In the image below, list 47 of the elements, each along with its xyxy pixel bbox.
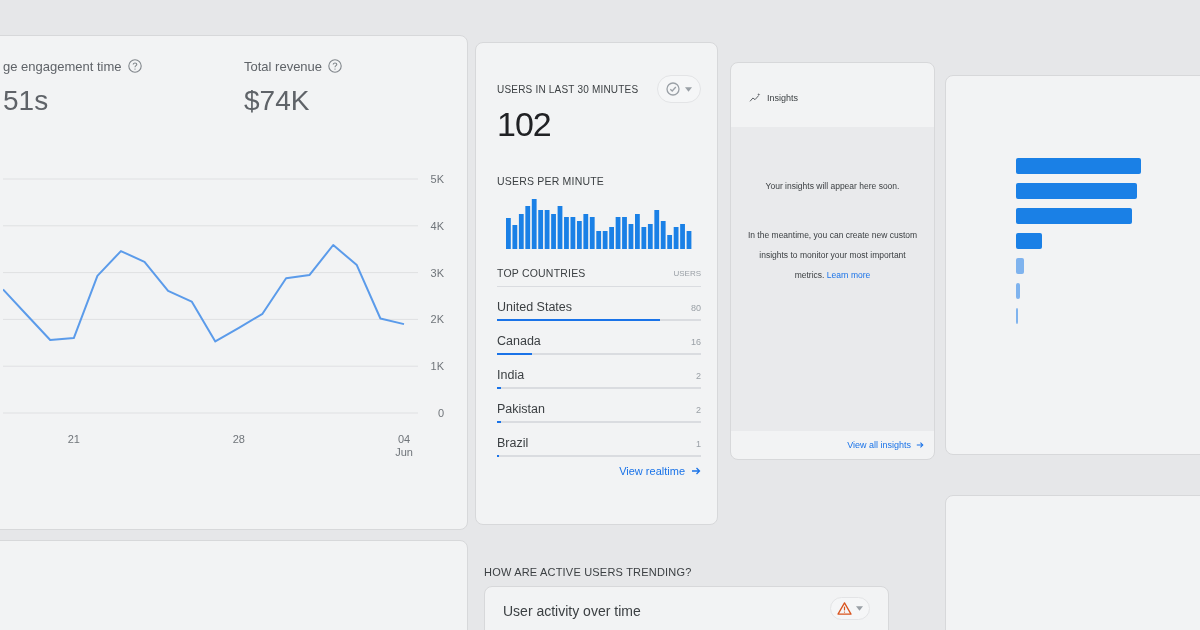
help-icon[interactable] [328, 59, 343, 73]
users-per-minute-label: USERS PER MINUTE [497, 175, 605, 187]
arrow-right-icon [916, 441, 924, 449]
x-axis-label: 04 Jun [394, 433, 414, 459]
help-icon[interactable] [127, 59, 142, 73]
caret-icon [685, 86, 692, 92]
y-axis-label: 2K [430, 313, 444, 326]
view-realtime-link[interactable]: View realtime [619, 465, 701, 477]
insights-message: Your insights will appear here soon. [764, 181, 901, 191]
check-circle-icon [666, 82, 680, 96]
y-axis-label: 4K [430, 219, 444, 232]
learn-more-link[interactable]: Learn more [826, 270, 871, 280]
caret-icon [856, 606, 863, 611]
warning-icon [837, 602, 852, 615]
realtime-title: USERS IN LAST 30 MINUTES [497, 83, 639, 95]
arrow-right-icon [691, 466, 701, 476]
y-axis-label: 0 [437, 407, 444, 419]
y-axis-label: 5K [430, 173, 444, 185]
warning-dropdown-button[interactable] [830, 597, 870, 620]
x-axis-label: 28 [231, 433, 246, 446]
trend-sparkle-icon [749, 93, 761, 103]
y-axis-label: 3K [430, 266, 444, 279]
metric-label: ge engagement time [3, 58, 122, 74]
dropdown-button[interactable] [657, 75, 701, 103]
metric-label: Total revenue [244, 58, 323, 74]
country-name: Canada [497, 334, 541, 348]
metric-value: $74K [244, 84, 310, 118]
top-countries-heading: TOP COUNTRIES [497, 267, 586, 279]
insights-body-text: In the meantime, you can create new custom insights to monitor your most important metrics. Learn more [746, 229, 919, 282]
section-heading: HOW ARE ACTIVE USERS TRENDING? [484, 566, 693, 578]
insights-title: Insights [767, 93, 799, 103]
card-title: User activity over time [503, 603, 641, 619]
country-name: United States [497, 300, 573, 314]
users-column-heading: USERS [673, 268, 701, 278]
user-count: 102 [497, 105, 551, 143]
country-users: 80 [691, 303, 701, 313]
country-users: 2 [696, 405, 701, 415]
country-users: 16 [691, 337, 701, 347]
country-name: Brazil [497, 436, 529, 450]
country-name: Pakistan [497, 402, 545, 416]
country-users: 2 [696, 371, 701, 381]
country-name: India [497, 368, 525, 382]
x-axis-label: 21 [66, 433, 81, 446]
metric-value: 51s [3, 84, 49, 118]
view-all-insights-link[interactable]: View all insights [847, 440, 924, 450]
country-users: 1 [696, 439, 701, 449]
y-axis-label: 1K [430, 360, 444, 373]
